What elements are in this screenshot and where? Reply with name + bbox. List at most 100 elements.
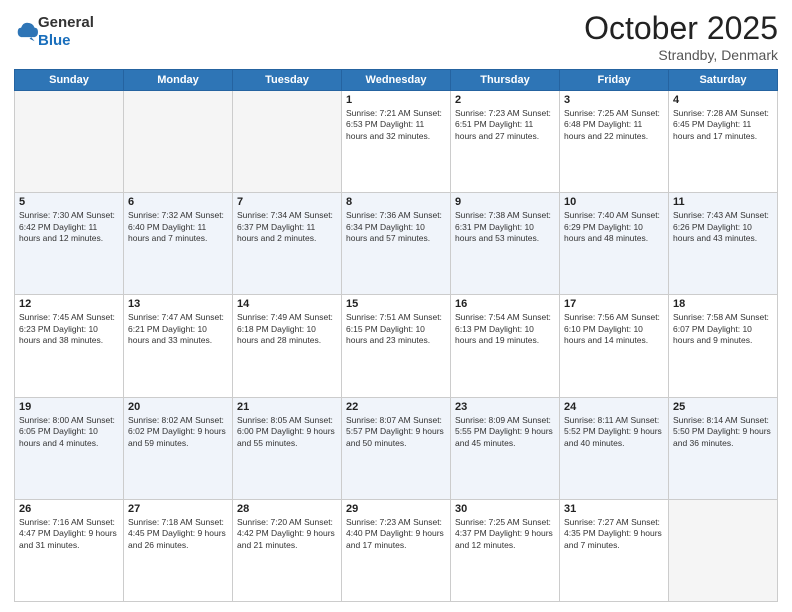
calendar-cell: 14Sunrise: 7:49 AM Sunset: 6:18 PM Dayli… [233,295,342,397]
weekday-header-monday: Monday [124,70,233,91]
calendar-cell: 19 Sunrise: 8:00 AM Sunset: 6:05 PM Dayli… [15,397,124,499]
cell-text: Sunrise: 7:25 AM Sunset: 6:48 PM Dayligh… [564,108,664,142]
calendar-week-row: 12 Sunrise: 7:45 AM Sunset: 6:23 PM Dayli… [15,295,778,397]
day-number: 23 [455,401,555,413]
weekday-header-friday: Friday [560,70,669,91]
day-number: 6 [128,196,228,208]
cell-text: Sunrise: 8:00 AM Sunset: 6:05 PM Dayligh… [19,415,119,449]
cell-text: Sunrise: 7:30 AM Sunset: 6:42 PM Dayligh… [19,210,119,244]
cell-text: Sunrise: 8:14 AM Sunset: 5:50 PM Dayligh… [673,415,773,449]
day-number: 16 [455,298,555,310]
calendar-week-row: 5 Sunrise: 7:30 AM Sunset: 6:42 PM Daylig… [15,193,778,295]
weekday-header-wednesday: Wednesday [342,70,451,91]
cell-text: Sunrise: 7:40 AM Sunset: 6:29 PM Dayligh… [564,210,664,244]
day-number: 29 [346,503,446,515]
day-number: 22 [346,401,446,413]
calendar-cell [15,91,124,193]
calendar-cell: 16 Sunrise: 7:54 AM Sunset: 6:13 PM Dayli… [451,295,560,397]
calendar-cell: 11 Sunrise: 7:43 AM Sunset: 6:26 PM Dayli… [669,193,778,295]
weekday-header-sunday: Sunday [15,70,124,91]
day-number: 17 [564,298,664,310]
logo-general: General [38,14,94,31]
calendar-cell: 4 Sunrise: 7:28 AM Sunset: 6:45 PM Daylig… [669,91,778,193]
cell-text: Sunrise: 8:11 AM Sunset: 5:52 PM Dayligh… [564,415,664,449]
calendar-cell: 6 Sunrise: 7:32 AM Sunset: 6:40 PM Daylig… [124,193,233,295]
cell-text: Sunrise: 7:23 AM Sunset: 4:40 PM Dayligh… [346,517,446,551]
calendar-cell: 3 Sunrise: 7:25 AM Sunset: 6:48 PM Daylig… [560,91,669,193]
calendar-cell: 13 Sunrise: 7:47 AM Sunset: 6:21 PM Dayli… [124,295,233,397]
calendar-cell: 21Sunrise: 8:05 AM Sunset: 6:00 PM Dayli… [233,397,342,499]
day-number: 5 [19,196,119,208]
weekday-header-saturday: Saturday [669,70,778,91]
calendar-cell: 9 Sunrise: 7:38 AM Sunset: 6:31 PM Daylig… [451,193,560,295]
day-number: 12 [19,298,119,310]
weekday-header-tuesday: Tuesday [233,70,342,91]
header: General Blue October 2025 Strandby, Denm… [14,10,778,63]
day-number: 28 [237,503,337,515]
logo-blue: Blue [38,32,71,49]
calendar-week-row: 26 Sunrise: 7:16 AM Sunset: 4:47 PM Dayli… [15,499,778,601]
day-number: 7 [237,196,337,208]
day-number: 4 [673,94,773,106]
day-number: 10 [564,196,664,208]
day-number: 31 [564,503,664,515]
cell-text: Sunrise: 7:47 AM Sunset: 6:21 PM Dayligh… [128,312,228,346]
cell-text: Sunrise: 7:28 AM Sunset: 6:45 PM Dayligh… [673,108,773,142]
day-number: 2 [455,94,555,106]
calendar-cell: 10 Sunrise: 7:40 AM Sunset: 6:29 PM Dayli… [560,193,669,295]
cell-text: Sunrise: 7:45 AM Sunset: 6:23 PM Dayligh… [19,312,119,346]
calendar-cell: 31 Sunrise: 7:27 AM Sunset: 4:35 PM Dayli… [560,499,669,601]
day-number: 24 [564,401,664,413]
weekday-header-row: SundayMondayTuesdayWednesdayThursdayFrid… [15,70,778,91]
calendar-week-row: 1Sunrise: 7:21 AM Sunset: 6:53 PM Daylig… [15,91,778,193]
day-number: 11 [673,196,773,208]
calendar-cell: 22 Sunrise: 8:07 AM Sunset: 5:57 PM Dayli… [342,397,451,499]
calendar-cell: 5 Sunrise: 7:30 AM Sunset: 6:42 PM Daylig… [15,193,124,295]
day-number: 3 [564,94,664,106]
day-number: 18 [673,298,773,310]
weekday-header-thursday: Thursday [451,70,560,91]
calendar-cell: 24 Sunrise: 8:11 AM Sunset: 5:52 PM Dayli… [560,397,669,499]
cell-text: Sunrise: 7:51 AM Sunset: 6:15 PM Dayligh… [346,312,446,346]
day-number: 21 [237,401,337,413]
cell-text: Sunrise: 7:32 AM Sunset: 6:40 PM Dayligh… [128,210,228,244]
cell-text: Sunrise: 7:23 AM Sunset: 6:51 PM Dayligh… [455,108,555,142]
day-number: 9 [455,196,555,208]
cell-text: Sunrise: 7:18 AM Sunset: 4:45 PM Dayligh… [128,517,228,551]
calendar-cell [233,91,342,193]
cell-text: Sunrise: 7:36 AM Sunset: 6:34 PM Dayligh… [346,210,446,244]
calendar-cell: 15 Sunrise: 7:51 AM Sunset: 6:15 PM Dayli… [342,295,451,397]
calendar-cell: 1Sunrise: 7:21 AM Sunset: 6:53 PM Daylig… [342,91,451,193]
cell-text: Sunrise: 8:09 AM Sunset: 5:55 PM Dayligh… [455,415,555,449]
day-number: 15 [346,298,446,310]
title-month: October 2025 [584,10,778,47]
calendar-cell: 7Sunrise: 7:34 AM Sunset: 6:37 PM Daylig… [233,193,342,295]
day-number: 26 [19,503,119,515]
calendar-cell: 17 Sunrise: 7:56 AM Sunset: 6:10 PM Dayli… [560,295,669,397]
cell-text: Sunrise: 7:20 AM Sunset: 4:42 PM Dayligh… [237,517,337,551]
calendar-cell: 8Sunrise: 7:36 AM Sunset: 6:34 PM Daylig… [342,193,451,295]
day-number: 19 [19,401,119,413]
cell-text: Sunrise: 8:07 AM Sunset: 5:57 PM Dayligh… [346,415,446,449]
logo: General Blue [14,14,94,50]
calendar-cell: 2 Sunrise: 7:23 AM Sunset: 6:51 PM Daylig… [451,91,560,193]
calendar-week-row: 19 Sunrise: 8:00 AM Sunset: 6:05 PM Dayli… [15,397,778,499]
cell-text: Sunrise: 7:56 AM Sunset: 6:10 PM Dayligh… [564,312,664,346]
day-number: 25 [673,401,773,413]
cell-text: Sunrise: 7:21 AM Sunset: 6:53 PM Dayligh… [346,108,446,142]
cell-text: Sunrise: 7:16 AM Sunset: 4:47 PM Dayligh… [19,517,119,551]
cell-text: Sunrise: 7:43 AM Sunset: 6:26 PM Dayligh… [673,210,773,244]
cell-text: Sunrise: 7:49 AM Sunset: 6:18 PM Dayligh… [237,312,337,346]
calendar-cell: 20Sunrise: 8:02 AM Sunset: 6:02 PM Dayli… [124,397,233,499]
calendar-table: SundayMondayTuesdayWednesdayThursdayFrid… [14,69,778,602]
cell-text: Sunrise: 7:54 AM Sunset: 6:13 PM Dayligh… [455,312,555,346]
calendar-cell: 30 Sunrise: 7:25 AM Sunset: 4:37 PM Dayli… [451,499,560,601]
day-number: 20 [128,401,228,413]
cell-text: Sunrise: 7:38 AM Sunset: 6:31 PM Dayligh… [455,210,555,244]
day-number: 30 [455,503,555,515]
day-number: 13 [128,298,228,310]
cell-text: Sunrise: 7:25 AM Sunset: 4:37 PM Dayligh… [455,517,555,551]
calendar-cell: 23 Sunrise: 8:09 AM Sunset: 5:55 PM Dayli… [451,397,560,499]
cell-text: Sunrise: 7:27 AM Sunset: 4:35 PM Dayligh… [564,517,664,551]
calendar-cell: 18Sunrise: 7:58 AM Sunset: 6:07 PM Dayli… [669,295,778,397]
